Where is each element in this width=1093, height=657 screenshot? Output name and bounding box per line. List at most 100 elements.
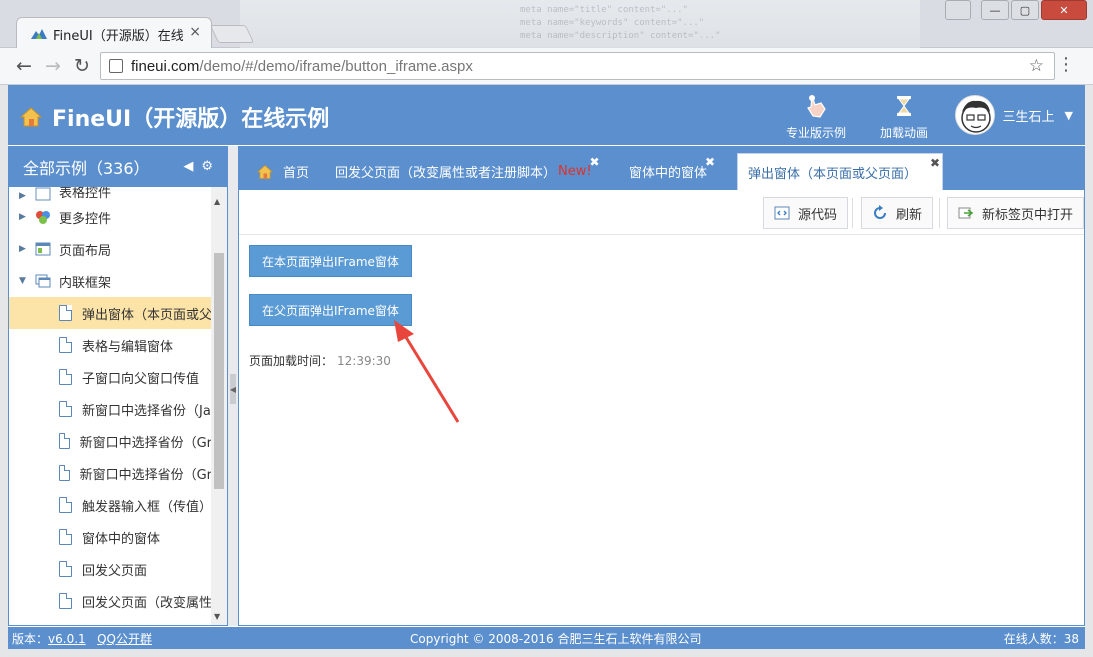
collapse-arrow-icon[interactable]: ▼ [19, 276, 33, 286]
sidebar-tools: ◀ ⚙ [183, 159, 213, 174]
expand-arrow-icon[interactable]: ▶ [19, 212, 33, 222]
loading-animation-button[interactable]: 加载动画 [874, 93, 934, 141]
tab-label: 窗体中的窗体 [629, 166, 708, 181]
browser-tab-close-icon[interactable]: × [189, 24, 201, 40]
document-icon [59, 593, 72, 609]
sidebar-item-label: 页面布局 [59, 243, 112, 259]
tab-home[interactable]: 首页 [247, 153, 319, 190]
gear-icon[interactable]: ⚙ [201, 159, 213, 174]
browser-titlebar: meta name="title" content="..." meta nam… [0, 0, 1093, 48]
sidebar-item-select-province-grid-1[interactable]: 新窗口中选择省份（Gr [9, 425, 212, 457]
user-menu[interactable]: 三生石上 ▼ [954, 95, 1073, 135]
bookmark-star-icon[interactable]: ☆ [1029, 56, 1044, 76]
sidebar-item-postback-parent-attr[interactable]: 回发父页面（改变属性 [9, 585, 212, 617]
expand-arrow-icon[interactable]: ▶ [19, 244, 33, 254]
tab-close-icon[interactable]: ✖ [705, 155, 715, 169]
browser-tab[interactable]: FineUI（开源版）在线示 × [16, 17, 212, 48]
window-controls: — ▢ ✕ [945, 0, 1087, 20]
load-time-label: 页面加载时间： [249, 354, 334, 368]
popup-parent-page-button[interactable]: 在父页面弹出IFrame窗体 [249, 294, 412, 326]
reload-icon[interactable]: ↻ [74, 56, 90, 76]
scroll-down-icon[interactable]: ▼ [214, 612, 220, 621]
avatar-face-icon [960, 100, 991, 133]
popup-current-page-button[interactable]: 在本页面弹出IFrame窗体 [249, 245, 412, 277]
main-panel: 首页 回发父页面（改变属性或者注册脚本） New! ✖ 窗体中的窗体 ✖ 弹出窗… [238, 146, 1085, 626]
view-source-label: 源代码 [798, 207, 838, 223]
pro-demo-label: 专业版示例 [785, 126, 846, 140]
hand-pointer-icon [807, 95, 826, 118]
footer-left: 版本：v6.0.1 QQ公开群 [12, 630, 152, 647]
page-load-time: 页面加载时间： 12:39:30 [249, 352, 391, 369]
url-host: fineui.com [131, 58, 200, 75]
qq-group-link[interactable]: QQ公开群 [97, 632, 152, 646]
browser-toolbar: ← → ↻ fineui.com/demo/#/demo/iframe/butt… [0, 48, 1093, 85]
document-icon [59, 529, 72, 545]
forward-arrow-icon[interactable]: → [45, 56, 61, 76]
sidebar-item-trigger-box[interactable]: 触发器输入框（传值） [9, 489, 212, 521]
new-badge: New! [558, 164, 592, 179]
sidebar-item-window-in-window[interactable]: 窗体中的窗体 [9, 521, 212, 553]
sidebar: 全部示例（336） ◀ ⚙ ▶ 表格控件 ▶ 更多控件 ▶ 页面布局 ▼ 内联框… [8, 146, 228, 626]
document-icon [59, 433, 70, 449]
pro-demo-button[interactable]: 专业版示例 [784, 93, 848, 141]
more-controls-icon [36, 211, 50, 224]
sidebar-item-label: 表格与编辑窗体 [82, 339, 174, 355]
document-icon [59, 305, 72, 321]
browser-menu-icon[interactable]: ⋮ [1057, 56, 1075, 74]
tab-popup-window[interactable]: 弹出窗体（本页面或父页面） ✖ [737, 153, 943, 190]
tab-close-icon[interactable]: ✖ [930, 156, 940, 170]
sidebar-item-select-province-js[interactable]: 新窗口中选择省份（Ja [9, 393, 212, 425]
document-icon [59, 401, 72, 417]
sidebar-item-popup-window[interactable]: 弹出窗体（本页面或父 [9, 297, 212, 329]
home-icon [257, 164, 273, 179]
sidebar-item-select-province-grid-2[interactable]: 新窗口中选择省份（Gr [9, 457, 212, 489]
sidebar-item-label: 新窗口中选择省份（Ja [82, 403, 211, 419]
app-title[interactable]: FineUI（开源版）在线示例 [20, 101, 329, 133]
close-window-button[interactable]: ✕ [1041, 0, 1087, 20]
collapse-handle-icon[interactable]: ◀ [230, 374, 236, 404]
tab-window-in-window[interactable]: 窗体中的窗体 ✖ [619, 153, 717, 190]
sidebar-item-label: 窗体中的窗体 [82, 531, 161, 547]
sidebar-item-iframe[interactable]: ▼ 内联框架 [9, 265, 212, 297]
sidebar-item-label: 表格控件 [59, 187, 112, 201]
sidebar-item-more-controls[interactable]: ▶ 更多控件 [9, 201, 212, 233]
hourglass-icon [897, 96, 911, 116]
sidebar-scrollbar[interactable]: ▲ ▼ [211, 187, 227, 625]
scrollbar-thumb[interactable] [214, 253, 224, 489]
open-in-new-tab-button[interactable]: 新标签页中打开 [947, 197, 1084, 229]
sidebar-item-postback-parent[interactable]: 回发父页面 [9, 553, 212, 585]
open-new-tab-icon [958, 207, 974, 219]
minimize-button[interactable]: — [981, 0, 1009, 20]
document-icon [59, 369, 72, 385]
collapse-left-icon[interactable]: ◀ [183, 159, 193, 174]
version-link[interactable]: v6.0.1 [48, 632, 86, 646]
main-tabstrip: 首页 回发父页面（改变属性或者注册脚本） New! ✖ 窗体中的窗体 ✖ 弹出窗… [239, 147, 1084, 190]
expand-arrow-icon[interactable]: ▶ [19, 191, 33, 201]
window-frame-bottom [0, 649, 1093, 657]
back-arrow-icon[interactable]: ← [16, 56, 32, 76]
sidebar-item-label: 子窗口向父窗口传值 [82, 371, 200, 387]
sidebar-item-label: 弹出窗体（本页面或父 [81, 307, 212, 323]
tab-postback-parent[interactable]: 回发父页面（改变属性或者注册脚本） New! ✖ [325, 153, 602, 190]
sidebar-splitter[interactable]: ◀ [228, 146, 238, 626]
sidebar-item-page-layout[interactable]: ▶ 页面布局 [9, 233, 212, 265]
maximize-button[interactable]: ▢ [1011, 0, 1039, 20]
sidebar-title: 全部示例（336） [23, 159, 150, 178]
tab-close-icon[interactable]: ✖ [590, 155, 600, 169]
window-frame-right [1085, 85, 1093, 657]
sidebar-item-label: 回发父页面 [82, 563, 148, 579]
address-bar[interactable]: fineui.com/demo/#/demo/iframe/button_ifr… [100, 52, 1055, 80]
refresh-button[interactable]: 刷新 [861, 197, 934, 229]
address-url[interactable]: fineui.com/demo/#/demo/iframe/button_ifr… [131, 58, 473, 75]
fineui-favicon-icon [31, 29, 47, 39]
sidebar-item-grid-edit-window[interactable]: 表格与编辑窗体 [9, 329, 212, 361]
sidebar-item-grid[interactable]: ▶ 表格控件 [9, 187, 212, 201]
background-code-text: meta name="title" content="..." meta nam… [520, 5, 721, 41]
sidebar-item-child-to-parent[interactable]: 子窗口向父窗口传值 [9, 361, 212, 393]
view-source-button[interactable]: 源代码 [763, 197, 849, 229]
version-label: 版本： [12, 632, 49, 646]
browser-profile-icon[interactable] [945, 0, 971, 20]
sidebar-item-label: 内联框架 [59, 275, 112, 291]
scroll-up-icon[interactable]: ▲ [214, 197, 220, 206]
page-info-icon[interactable] [109, 59, 123, 73]
